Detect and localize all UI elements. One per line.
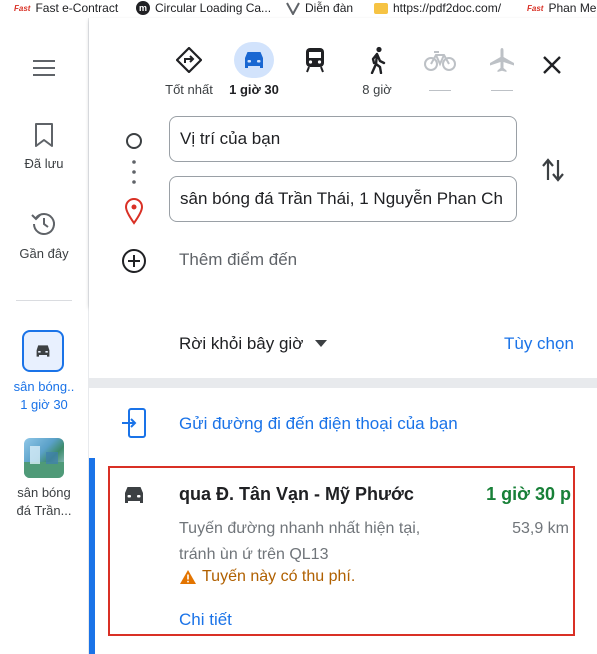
folder-icon: [374, 2, 388, 14]
history-icon: [31, 213, 55, 235]
bicycle-icon: [424, 51, 456, 71]
best-route-icon-wrap: [169, 42, 209, 78]
walking-icon-wrap: [357, 42, 397, 78]
route-details-link[interactable]: Chi tiết: [179, 610, 232, 630]
close-icon: [543, 56, 561, 74]
send-to-phone-row[interactable]: Gửi đường đi đến điện thoại của bạn: [89, 388, 597, 458]
bookmark-pdf2doc[interactable]: https://pdf2doc.com/: [374, 1, 501, 15]
bookmark-label: Fast e-Contract: [35, 1, 119, 15]
car-icon: [36, 345, 50, 357]
mode-driving-label: 1 giờ 30: [229, 82, 279, 97]
bicycle-icon-wrap: [420, 42, 460, 78]
waypoint-markers: [124, 133, 144, 225]
car-icon: [125, 487, 143, 503]
car-icon-wrap: [234, 42, 274, 78]
bookmark-label: Phan Me: [548, 1, 597, 15]
directions-header: Tốt nhất 1 giờ 30 8 giờ — —: [89, 18, 597, 306]
recent-button[interactable]: Gần đây: [0, 210, 88, 263]
recent-route-line1: sân bóng..: [13, 379, 75, 394]
fast-logo-icon: Fast: [14, 3, 31, 13]
hamburger-menu-icon: [33, 60, 55, 76]
walking-icon: [370, 46, 386, 74]
mode-best-label: Tốt nhất: [165, 82, 213, 97]
fast-logo-icon: Fast: [527, 3, 544, 13]
airplane-icon-wrap: [482, 42, 522, 78]
rail-divider: [16, 300, 72, 301]
toll-warning: Tuyến này có thu phí.: [179, 568, 355, 586]
close-button[interactable]: [541, 54, 563, 81]
mode-walking-label: 8 giờ: [362, 82, 392, 97]
saved-label: Đã lưu: [24, 156, 64, 171]
origin-input[interactable]: Vị trí của bạn: [169, 116, 517, 162]
bookmark-dien-dan[interactable]: Diễn đàn: [286, 1, 353, 15]
recent-place-line2: đá Trần...: [16, 503, 72, 518]
m-circle-icon: m: [136, 1, 150, 15]
route-duration: 1 giờ 30 p: [486, 484, 571, 504]
mode-best[interactable]: Tốt nhất: [154, 42, 224, 98]
bookmark-label: Circular Loading Ca...: [155, 1, 272, 15]
recent-label: Gần đây: [19, 246, 69, 261]
bookmark-circular-loading[interactable]: m Circular Loading Ca...: [136, 1, 271, 15]
swap-vert-icon: [542, 158, 564, 182]
bookmark-fast-econtract[interactable]: Fast Fast e-Contract: [14, 1, 118, 15]
depart-label: Rời khỏi bây giờ: [179, 334, 304, 353]
add-destination-label[interactable]: Thêm điểm đến: [179, 250, 297, 270]
swap-button[interactable]: [541, 156, 565, 189]
recent-place-line1: sân bóng: [17, 485, 71, 500]
recent-route-label[interactable]: sân bóng.. 1 giờ 30: [0, 378, 88, 414]
recent-place-label[interactable]: sân bóng đá Trần...: [0, 484, 88, 520]
recent-route-line2: 1 giờ 30: [20, 397, 68, 412]
car-icon: [245, 52, 263, 68]
mode-cycling[interactable]: —: [405, 42, 475, 91]
depart-dropdown[interactable]: Rời khỏi bây giờ: [179, 334, 328, 354]
depart-row: Rời khỏi bây giờ Tùy chọn: [89, 306, 597, 378]
left-rail: Đã lưu Gần đây sân bóng.. 1 giờ 30 sân b…: [0, 18, 89, 654]
mode-cycling-dash: —: [429, 90, 451, 91]
place-thumbnail[interactable]: [24, 438, 64, 478]
bookmark-icon: [35, 123, 53, 147]
bookmark-label: Diễn đàn: [305, 1, 354, 15]
send-to-phone-label: Gửi đường đi đến điện thoại của bạn: [179, 414, 458, 433]
route-description: Tuyến đường nhanh nhất hiện tại, tránh ù…: [179, 520, 421, 563]
recent-route-card[interactable]: [22, 330, 64, 372]
add-circle-icon: [122, 249, 146, 273]
best-route-icon: [176, 47, 202, 73]
options-link[interactable]: Tùy chọn: [504, 334, 574, 354]
destination-input[interactable]: sân bóng đá Trần Thái, 1 Nguyễn Phan Ch: [169, 176, 517, 222]
add-destination-button[interactable]: [121, 248, 147, 279]
v-logo-icon: [286, 1, 300, 15]
send-to-phone-icon: [122, 408, 146, 438]
menu-button[interactable]: [0, 58, 88, 81]
mode-flights[interactable]: —: [467, 42, 537, 91]
train-icon: [306, 48, 324, 73]
route-distance: 53,9 km: [512, 520, 569, 537]
bookmark-phan-mem[interactable]: Fast Phan Me: [527, 1, 596, 15]
bookmarks-bar: Fast Fast e-Contract m Circular Loading …: [0, 0, 597, 18]
bookmark-label: https://pdf2doc.com/: [393, 1, 502, 15]
mode-walking[interactable]: 8 giờ: [342, 42, 412, 98]
saved-button[interactable]: Đã lưu: [0, 122, 88, 173]
mode-transit-label: [280, 82, 350, 98]
mode-transit[interactable]: [280, 42, 350, 98]
warning-icon: [180, 570, 196, 584]
mode-flights-dash: —: [491, 90, 513, 91]
train-icon-wrap: [295, 42, 335, 78]
route-title: qua Đ. Tân Vạn - Mỹ Phước: [179, 484, 414, 504]
airplane-icon: [490, 48, 514, 72]
toll-warning-text: Tuyến này có thu phí.: [202, 568, 356, 585]
selected-route-accent: [89, 458, 95, 654]
route-option[interactable]: qua Đ. Tân Vạn - Mỹ Phước 1 giờ 30 p Tuy…: [89, 458, 597, 654]
section-separator: [89, 378, 597, 388]
caret-down-icon: [315, 340, 328, 347]
mode-driving[interactable]: 1 giờ 30: [219, 42, 289, 98]
place-photo-icon: [24, 446, 64, 478]
